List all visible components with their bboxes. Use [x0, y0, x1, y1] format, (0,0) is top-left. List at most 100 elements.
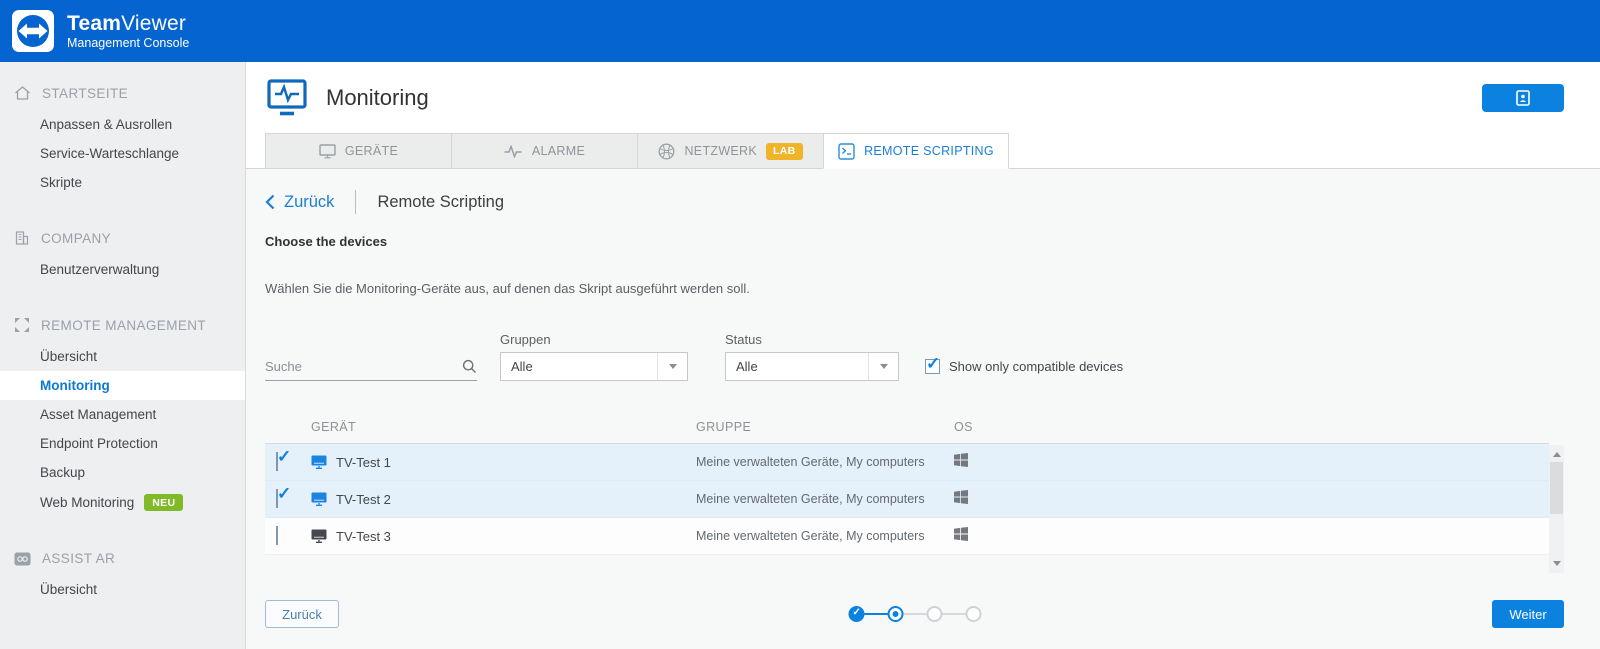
next-button[interactable]: Weiter — [1492, 600, 1564, 628]
compatible-devices-label: Show only compatible devices — [949, 359, 1123, 374]
tab-netzwerk[interactable]: NETZWERK LAB — [637, 133, 823, 169]
windows-os-icon — [954, 527, 968, 541]
sidebar-section-title: ASSIST AR — [0, 551, 245, 566]
back-button[interactable]: Zurück — [265, 600, 339, 628]
tab-remote-scripting[interactable]: REMOTE SCRIPTING — [823, 133, 1009, 169]
sidebar-item-web-monitoring[interactable]: Web Monitoring NEU — [0, 487, 245, 518]
row-checkbox[interactable] — [276, 452, 278, 471]
step-indicator — [926, 606, 942, 622]
groups-select[interactable]: Alle — [500, 352, 688, 381]
table-row[interactable]: TV-Test 2 Meine verwalteten Geräte, My c… — [265, 481, 1549, 518]
row-checkbox[interactable] — [276, 489, 278, 508]
device-group: Meine verwalteten Geräte, My computers — [696, 492, 954, 506]
step-indicator — [848, 606, 864, 622]
sidebar-item-benutzerverwaltung[interactable]: Benutzerverwaltung — [0, 255, 245, 284]
content-area: Zurück Remote Scripting Choose the devic… — [246, 169, 1600, 649]
device-group: Meine verwalteten Geräte, My computers — [696, 529, 954, 543]
wizard-footer: Zurück Weiter — [265, 600, 1564, 628]
scrollbar-thumb[interactable] — [1550, 462, 1563, 514]
compatible-devices-filter[interactable]: Show only compatible devices — [925, 359, 1123, 381]
groups-label: Gruppen — [500, 332, 688, 347]
page-title: Monitoring — [326, 85, 429, 111]
scroll-up-button[interactable] — [1549, 447, 1564, 462]
step-indicator — [887, 606, 903, 622]
back-link[interactable]: Zurück — [265, 193, 334, 212]
sidebar-item-uebersicht-ar[interactable]: Übersicht — [0, 575, 245, 604]
brand-subtitle: Management Console — [67, 36, 189, 50]
sidebar-item-uebersicht-rm[interactable]: Übersicht — [0, 342, 245, 371]
brand: TeamViewer Management Console — [67, 12, 189, 51]
device-group: Meine verwalteten Geräte, My computers — [696, 455, 954, 469]
expand-arrows-icon — [14, 317, 30, 333]
device-monitor-icon — [311, 529, 327, 543]
tab-geraete[interactable]: GERÄTE — [265, 133, 451, 169]
column-header-group: GRUPPE — [696, 420, 954, 434]
sidebar-section-assist-ar: ASSIST AR Übersicht — [0, 551, 245, 604]
table-row[interactable]: TV-Test 1 Meine verwalteten Geräte, My c… — [265, 444, 1549, 481]
teamviewer-logo-icon — [11, 9, 55, 53]
table-header-row: GERÄT GRUPPE OS — [265, 420, 1549, 444]
top-bar: TeamViewer Management Console — [0, 0, 1600, 62]
sidebar-item-service-warteschlange[interactable]: Service-Warteschlange — [0, 139, 245, 168]
sidebar-item-skripte[interactable]: Skripte — [0, 168, 245, 197]
device-monitor-icon — [311, 455, 327, 469]
search-icon[interactable] — [462, 359, 477, 374]
sidebar-section-title: COMPANY — [0, 230, 245, 246]
sidebar-item-monitoring[interactable]: Monitoring — [0, 371, 245, 400]
compatible-devices-checkbox[interactable] — [925, 359, 940, 374]
sidebar-section-startseite: STARTSEITE Anpassen & Ausrollen Service-… — [0, 85, 245, 197]
status-label: Status — [725, 332, 899, 347]
monitoring-page-icon — [267, 79, 307, 117]
sidebar-item-anpassen-ausrollen[interactable]: Anpassen & Ausrollen — [0, 110, 245, 139]
neu-badge: NEU — [144, 494, 183, 511]
groups-filter: Gruppen Alle — [500, 332, 688, 381]
terminal-icon — [838, 143, 855, 160]
step-indicator — [965, 606, 981, 622]
page-header: Monitoring — [246, 62, 1600, 133]
tab-bar: GERÄTE ALARME NETZWERK LAB — [246, 133, 1600, 169]
device-name: TV-Test 3 — [336, 529, 391, 544]
lab-badge: LAB — [766, 143, 802, 160]
device-report-button[interactable] — [1482, 84, 1564, 112]
scroll-down-button[interactable] — [1549, 556, 1564, 571]
table-row[interactable]: TV-Test 3 Meine verwalteten Geräte, My c… — [265, 518, 1549, 555]
filter-row: Gruppen Alle Status Alle Show only co — [265, 332, 1564, 381]
step-heading: Choose the devices — [265, 234, 1564, 249]
tab-alarme[interactable]: ALARME — [451, 133, 637, 169]
search-input[interactable] — [265, 359, 462, 374]
sidebar-item-endpoint-protection[interactable]: Endpoint Protection — [0, 429, 245, 458]
dropdown-arrow-icon[interactable] — [868, 353, 898, 380]
sidebar-section-remote-management: REMOTE MANAGEMENT Übersicht Monitoring A… — [0, 317, 245, 518]
sidebar-section-company: COMPANY Benutzerverwaltung — [0, 230, 245, 284]
brand-name: TeamViewer — [67, 12, 189, 36]
sidebar-section-title: REMOTE MANAGEMENT — [0, 317, 245, 333]
breadcrumb: Zurück Remote Scripting — [265, 190, 1564, 214]
column-header-device: GERÄT — [311, 420, 696, 434]
sidebar-item-asset-management[interactable]: Asset Management — [0, 400, 245, 429]
dropdown-arrow-icon[interactable] — [657, 353, 687, 380]
table-scrollbar[interactable] — [1549, 445, 1564, 573]
sidebar: STARTSEITE Anpassen & Ausrollen Service-… — [0, 62, 246, 649]
chevron-left-icon — [265, 194, 275, 210]
main-panel: Monitoring GERÄTE — [246, 62, 1600, 649]
breadcrumb-current: Remote Scripting — [377, 193, 504, 212]
step-description: Wählen Sie die Monitoring-Geräte aus, au… — [265, 281, 1564, 296]
column-header-os: OS — [954, 420, 1549, 434]
pulse-icon — [504, 145, 523, 158]
device-monitor-icon — [311, 492, 327, 506]
smart-glasses-icon — [14, 552, 31, 566]
globe-icon — [658, 143, 675, 160]
search-field — [265, 359, 477, 381]
status-select[interactable]: Alle — [725, 352, 899, 381]
wizard-stepper — [848, 606, 981, 622]
building-icon — [14, 230, 30, 246]
sidebar-item-backup[interactable]: Backup — [0, 458, 245, 487]
row-checkbox[interactable] — [276, 526, 278, 545]
breadcrumb-separator — [355, 190, 356, 214]
windows-os-icon — [954, 453, 968, 467]
status-filter: Status Alle — [725, 332, 899, 381]
windows-os-icon — [954, 490, 968, 504]
sidebar-section-title: STARTSEITE — [0, 85, 245, 101]
home-icon — [14, 85, 31, 101]
groups-selected-value: Alle — [501, 359, 533, 374]
